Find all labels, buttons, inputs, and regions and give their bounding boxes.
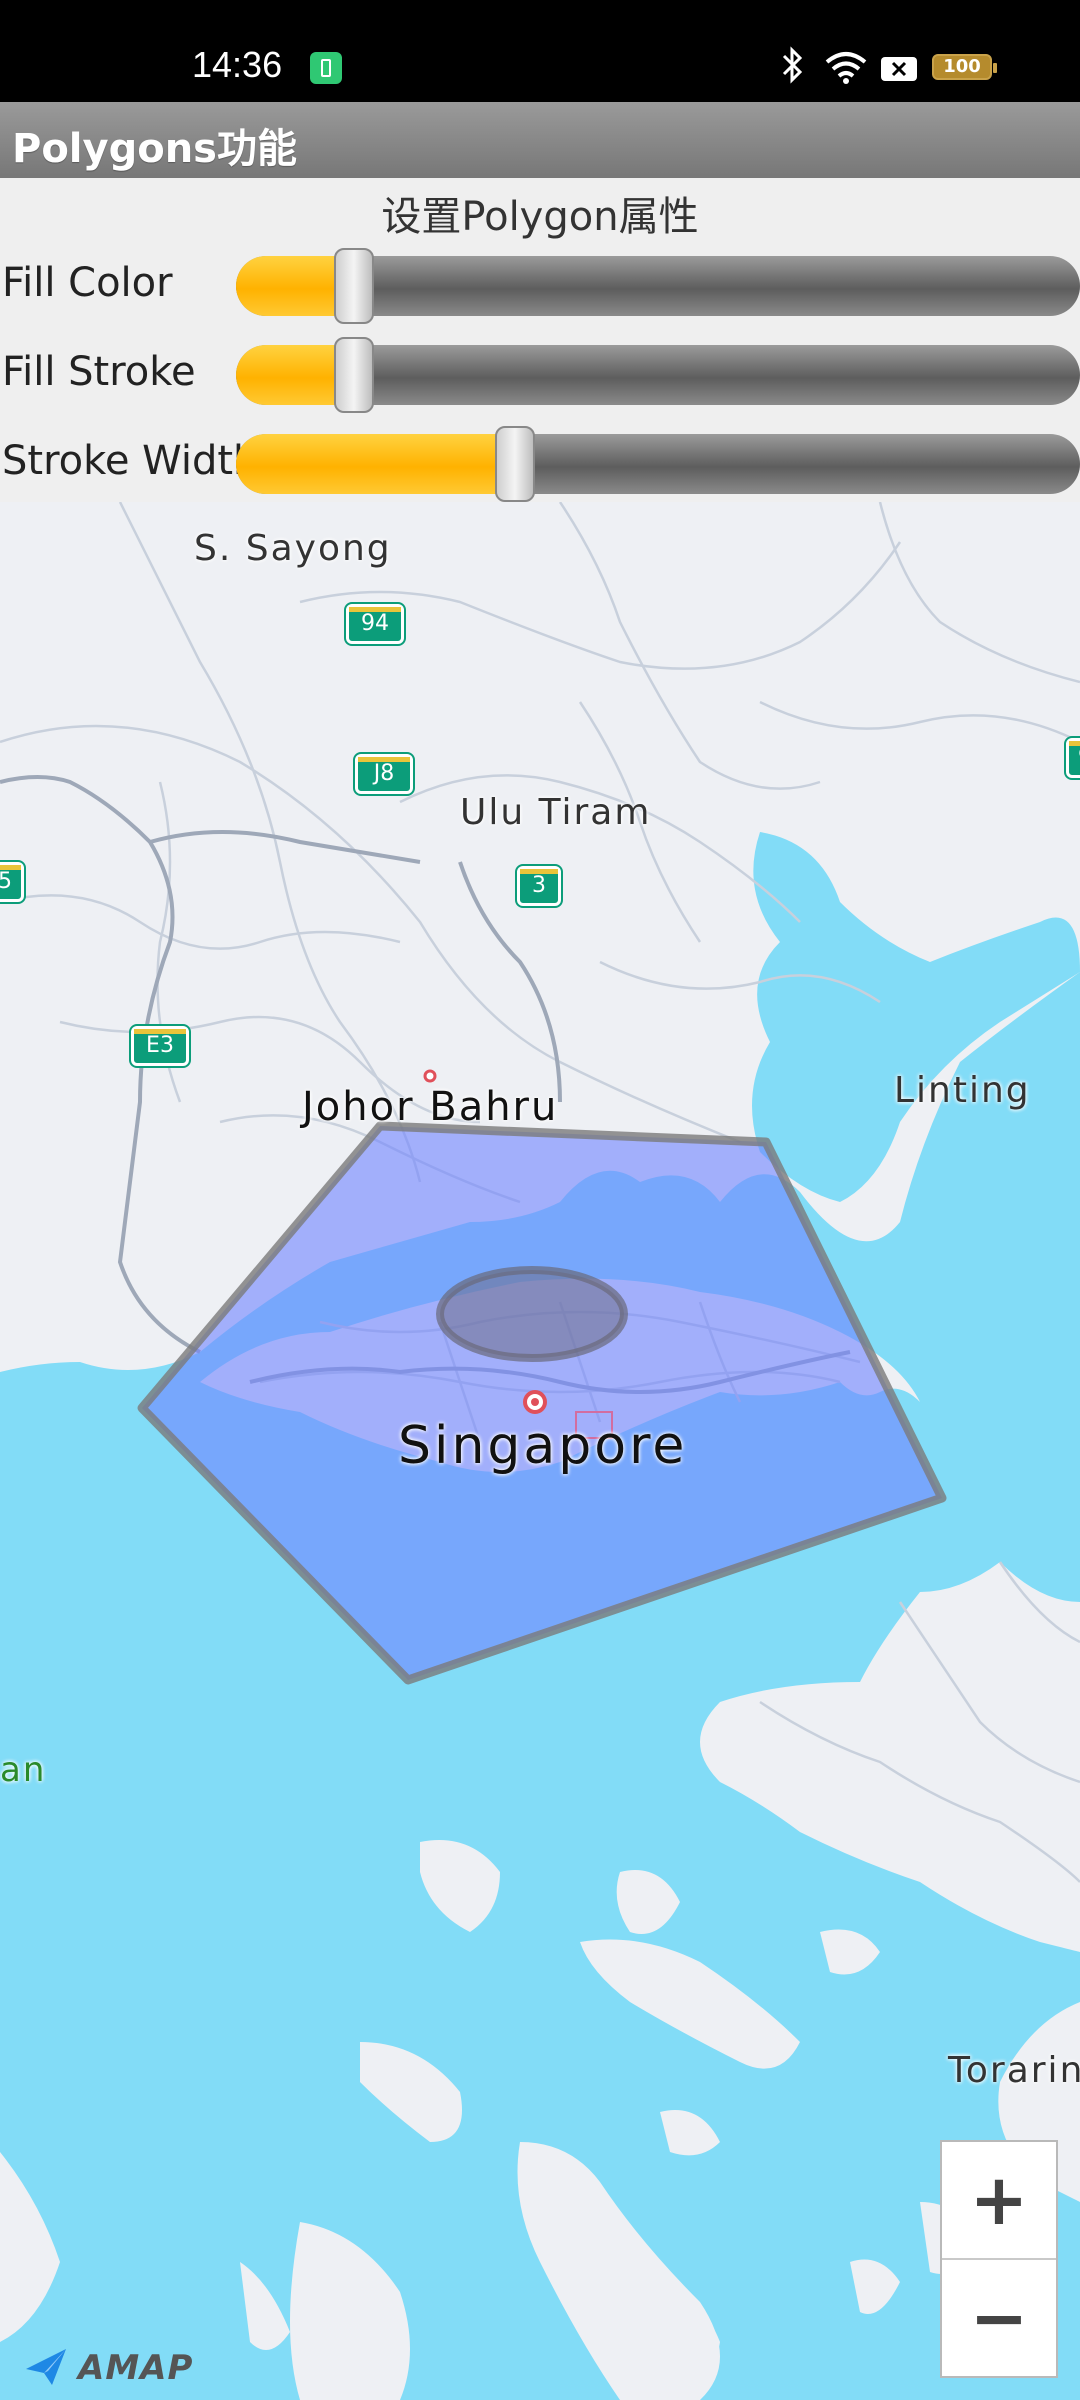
south-islands [0,1840,980,2400]
fill-color-label: Fill Color [2,260,173,306]
stroke-width-label: Stroke Width [2,438,259,484]
bluetooth-icon [782,46,803,84]
map-label-linting: Linting [894,1070,1031,1111]
zoom-controls: + − [940,2140,1058,2378]
fill-stroke-row: Fill Stroke [0,335,1080,413]
map-view[interactable]: S. Sayong Ulu Tiram Johor Bahru Linting … [0,502,1080,2400]
map-label-ulu-tiram: Ulu Tiram [460,792,652,833]
fill-color-slider-thumb[interactable] [334,248,374,324]
ellipse-overlay [436,1266,628,1362]
fill-stroke-slider-thumb[interactable] [334,337,374,413]
road-shield-j8: J8 [355,754,413,794]
road-shield-e3: E3 [131,1026,189,1066]
app-title-bar: Polygons功能 [0,102,1080,178]
fill-color-row: Fill Color [0,246,1080,324]
map-label-an: an [0,1750,47,1790]
app-screen: 14:36 100 Polygons功能 设置Polygon属性 Fill Co… [0,0,1080,2400]
map-label-torarin: Torarin [948,2050,1080,2091]
amap-logo-icon [26,2349,66,2385]
status-bar: 14:36 100 [0,0,1080,102]
map-label-johor-bahru: Johor Bahru [302,1084,559,1130]
johor-bahru-marker [423,1069,437,1083]
battery-icon: 100 [932,54,997,80]
road-shield-left-edge: 5 [0,862,24,902]
battery-saver-icon [310,52,342,84]
road-shield-3: 3 [517,866,561,906]
stroke-width-slider[interactable] [236,426,1080,502]
polygon-settings-panel: 设置Polygon属性 Fill Color Fill Stroke Strok… [0,178,1080,502]
road-shield-right-edge: 9 [1066,738,1080,778]
zoom-out-button[interactable]: − [942,2260,1056,2376]
fill-stroke-label: Fill Stroke [2,349,196,395]
amap-logo-text: AMAP [78,2348,194,2388]
stroke-width-slider-thumb[interactable] [495,426,535,502]
stroke-width-slider-fill [236,434,515,494]
stroke-width-row: Stroke Width [0,424,1080,502]
panel-heading: 设置Polygon属性 [381,194,699,240]
map-label-singapore: Singapore [398,1416,688,1476]
fill-color-slider[interactable] [236,248,1080,324]
zoom-in-button[interactable]: + [942,2142,1056,2260]
sim-blocked-icon [881,57,917,81]
app-title: Polygons功能 [12,126,297,172]
wifi-icon [825,52,867,84]
fill-stroke-slider[interactable] [236,337,1080,413]
road-shield-94: 94 [346,604,404,644]
status-time: 14:36 [192,44,283,85]
map-label-s-sayong: S. Sayong [194,528,392,569]
